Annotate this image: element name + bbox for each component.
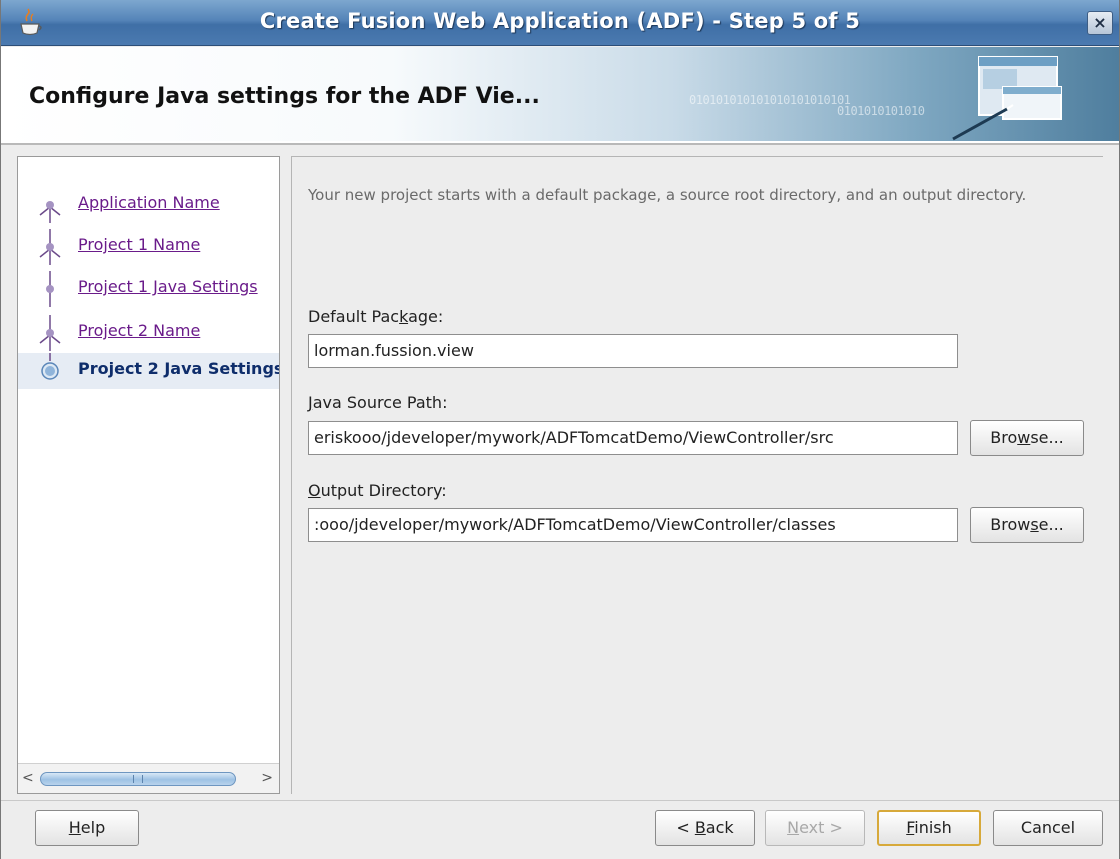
- label-text: Default Pac: [308, 307, 400, 326]
- scrollbar-thumb[interactable]: [40, 772, 236, 786]
- footer-separator: [1, 800, 1119, 801]
- close-button[interactable]: ×: [1087, 11, 1113, 35]
- step-project-2-java-settings[interactable]: Project 2 Java Settings: [18, 353, 279, 389]
- default-package-label: Default Package:: [308, 307, 443, 326]
- btn-text: e...: [1038, 515, 1064, 534]
- step-label[interactable]: Application Name: [78, 193, 220, 212]
- page-title: Configure Java settings for the ADF Vie.…: [29, 84, 540, 109]
- step-node-visited-icon: [39, 315, 61, 351]
- step-project-2-name[interactable]: Project 2 Name: [18, 315, 279, 351]
- header-banner: Configure Java settings for the ADF Vie.…: [1, 47, 1119, 143]
- output-directory-label: Output Directory:: [308, 481, 447, 500]
- step-node-current-icon: [41, 353, 59, 380]
- steps-list: Application Name Project 1 Name Project: [18, 157, 279, 763]
- btn-text: inish: [914, 818, 952, 837]
- close-icon: ×: [1093, 13, 1107, 32]
- step-label[interactable]: Project 1 Java Settings: [78, 277, 258, 296]
- step-application-name[interactable]: Application Name: [18, 187, 279, 223]
- title-bar[interactable]: Create Fusion Web Application (ADF) - St…: [1, 0, 1119, 46]
- header-separator: [1, 143, 1119, 145]
- mnemonic: H: [68, 818, 81, 837]
- java-source-path-label: Java Source Path:: [308, 393, 447, 412]
- mnemonic: w: [1017, 428, 1031, 447]
- mnemonic: s: [1030, 515, 1039, 534]
- steps-horizontal-scrollbar[interactable]: < >: [18, 763, 279, 793]
- label-text: utput Directory:: [320, 481, 447, 500]
- btn-text: Bro: [990, 428, 1018, 447]
- finish-button[interactable]: Finish: [877, 810, 981, 846]
- windows-graphic-icon: [952, 56, 1062, 141]
- description-text: Your new project starts with a default p…: [308, 186, 1027, 204]
- browse-output-directory-button[interactable]: Browse...: [970, 507, 1084, 543]
- scrollbar-grip: [133, 775, 143, 783]
- step-node-visited-icon: [39, 229, 61, 265]
- mnemonic: O: [308, 481, 321, 500]
- step-label[interactable]: Project 2 Name: [78, 321, 200, 340]
- btn-text: se...: [1030, 428, 1064, 447]
- label-text: age:: [408, 307, 444, 326]
- step-label[interactable]: Project 1 Name: [78, 235, 200, 254]
- scroll-left-arrow-icon[interactable]: <: [22, 770, 34, 786]
- label-text: ava Source Path:: [312, 393, 448, 412]
- wizard-dialog: Create Fusion Web Application (ADF) - St…: [0, 0, 1120, 859]
- default-package-input[interactable]: lorman.fussion.view: [308, 334, 958, 368]
- java-source-path-input[interactable]: eriskooo/jdeveloper/mywork/ADFTomcatDemo…: [308, 421, 958, 455]
- step-node-visited-icon: [46, 271, 54, 307]
- help-button[interactable]: Help: [35, 810, 139, 846]
- step-node-visited-icon: [39, 201, 61, 223]
- browse-source-path-button[interactable]: Browse...: [970, 420, 1084, 456]
- window-title: Create Fusion Web Application (ADF) - St…: [259, 9, 861, 33]
- next-button[interactable]: Next >: [765, 810, 865, 846]
- scroll-right-arrow-icon[interactable]: >: [261, 770, 273, 786]
- btn-text: <: [676, 818, 695, 837]
- btn-text: elp: [80, 818, 106, 837]
- btn-text: ext >: [799, 818, 843, 837]
- output-directory-input[interactable]: :ooo/jdeveloper/mywork/ADFTomcatDemo/Vie…: [308, 508, 958, 542]
- step-project-1-name[interactable]: Project 1 Name: [18, 229, 279, 265]
- settings-panel: Your new project starts with a default p…: [291, 156, 1103, 794]
- step-project-1-java-settings[interactable]: Project 1 Java Settings: [18, 271, 279, 307]
- binary-line-2: 0101010101010: [837, 104, 925, 118]
- mnemonic: k: [399, 307, 409, 326]
- mnemonic: B: [694, 818, 706, 837]
- cancel-button[interactable]: Cancel: [993, 810, 1103, 846]
- wizard-steps-panel: Application Name Project 1 Name Project: [17, 156, 280, 794]
- btn-text: ack: [705, 818, 734, 837]
- binary-decoration: 010101010101010101010101 0101010101010: [689, 94, 925, 118]
- mnemonic: N: [787, 818, 800, 837]
- btn-text: Brow: [990, 515, 1031, 534]
- step-label: Project 2 Java Settings: [78, 359, 279, 378]
- back-button[interactable]: < Back: [655, 810, 755, 846]
